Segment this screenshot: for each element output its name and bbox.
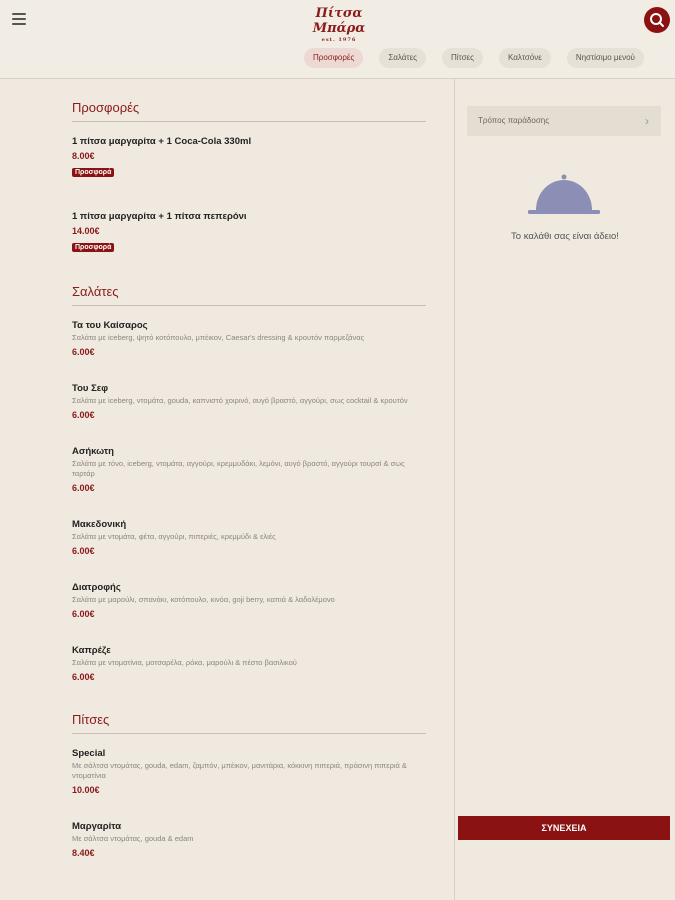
empty-cart-message: Το καλάθι σας είναι άδειο! xyxy=(511,231,619,242)
offer-badge: Προσφορά xyxy=(72,168,115,177)
menu-item[interactable]: Μακεδονική Σαλάτα με ντομάτα, φέτα, αγγο… xyxy=(72,499,426,562)
tab-calzone[interactable]: Καλτσόνε xyxy=(498,48,551,68)
search-icon xyxy=(650,13,664,27)
menu-item[interactable]: Special Με σάλτσα ντομάτας, gouda, edam,… xyxy=(72,734,426,801)
menu-item[interactable]: Καπρέζε Σαλάτα με ντοματίνια, μοτσαρέλα,… xyxy=(72,625,426,688)
item-price: 6.00€ xyxy=(72,483,95,493)
item-description: Σαλάτα με ντομάτα, φέτα, αγγούρι, πιπερι… xyxy=(72,532,276,541)
section-title-salads: Σαλάτες xyxy=(72,260,426,306)
tab-salads[interactable]: Σαλάτες xyxy=(379,48,426,68)
item-name: Διατροφής xyxy=(72,582,121,593)
delivery-method-selector[interactable]: Τρόπος παράδοσης › xyxy=(467,106,661,136)
item-price: 8.40€ xyxy=(72,848,95,858)
item-name: 1 πίτσα μαργαρίτα + 1 πίτσα πεπερόνι xyxy=(72,211,247,222)
item-description: Με σάλτσα ντομάτας, gouda, edam, ζαμπόν,… xyxy=(72,761,407,780)
tab-fasting-menu[interactable]: Νηστίσιμο μενού xyxy=(566,48,644,68)
menu-item[interactable]: Διατροφής Σαλάτα με μαρούλι, σπανάκι, κο… xyxy=(72,562,426,625)
continue-button[interactable]: ΣΥΝΕΧΕΙΑ xyxy=(458,816,670,840)
item-name: 1 πίτσα μαργαρίτα + 1 Coca-Cola 330ml xyxy=(72,136,252,147)
menu-item[interactable]: Του Σεφ Σαλάτα με iceberg, ντομάτα, goud… xyxy=(72,363,426,426)
item-description: Σαλάτα με iceberg, ψητό κοτόπουλο, μπέικ… xyxy=(72,333,365,342)
item-description: Σαλάτα με τόνο, iceberg, ντομάτα, αγγούρ… xyxy=(72,459,405,478)
hamburger-menu-icon[interactable] xyxy=(12,13,26,25)
section-title-pizzas: Πίτσες xyxy=(72,688,426,734)
menu-list: Προσφορές 1 πίτσα μαργαρίτα + 1 Coca-Col… xyxy=(72,78,426,864)
menu-item[interactable]: Τα του Καίσαρος Σαλάτα με iceberg, ψητό … xyxy=(72,306,426,363)
menu-item[interactable]: 1 πίτσα μαργαρίτα + 1 πίτσα πεπερόνι 14.… xyxy=(72,185,426,260)
item-name: Ασήκωτη xyxy=(72,446,114,457)
item-name: Μαργαρίτα xyxy=(72,821,122,832)
chevron-right-icon: › xyxy=(645,114,649,128)
item-price: 8.00€ xyxy=(72,151,95,161)
top-bar: Πίτσα Μπάρα est. 1976 Προσφορές Σαλάτες Πί… xyxy=(0,0,675,79)
panel-divider xyxy=(454,78,455,900)
item-price: 6.00€ xyxy=(72,347,95,357)
item-description: Σαλάτα με iceberg, ντομάτα, gouda, καπνι… xyxy=(72,396,408,405)
item-name: Καπρέζε xyxy=(72,645,111,656)
logo-text: Πίτσα Μπάρα xyxy=(312,6,366,36)
item-price: 6.00€ xyxy=(72,672,95,682)
delivery-method-label: Τρόπος παράδοσης xyxy=(478,116,550,125)
search-button[interactable] xyxy=(644,7,670,33)
section-title-offers: Προσφορές xyxy=(72,78,426,122)
item-description: Σαλάτα με ντοματίνια, μοτσαρέλα, ρόκα, μ… xyxy=(72,658,297,667)
item-name: Τα του Καίσαρος xyxy=(72,320,148,331)
item-name: Του Σεφ xyxy=(72,383,109,394)
tab-pizzas[interactable]: Πίτσες xyxy=(441,48,483,68)
item-price: 6.00€ xyxy=(72,609,95,619)
item-name: Special xyxy=(72,748,106,759)
menu-item[interactable]: Ασήκωτη Σαλάτα με τόνο, iceberg, ντομάτα… xyxy=(72,426,426,499)
menu-item[interactable]: Μαργαρίτα Με σάλτσα ντομάτας, gouda & ed… xyxy=(72,801,426,864)
category-tabs: Προσφορές Σαλάτες Πίτσες Καλτσόνε Νηστίσιμο … xyxy=(304,47,660,68)
item-price: 6.00€ xyxy=(72,546,95,556)
tab-offers[interactable]: Προσφορές xyxy=(304,48,364,68)
item-description: Με σάλτσα ντομάτας, gouda & edam xyxy=(72,834,194,843)
logo[interactable]: Πίτσα Μπάρα est. 1976 xyxy=(296,6,382,43)
item-price: 6.00€ xyxy=(72,410,95,420)
item-name: Μακεδονική xyxy=(72,519,127,530)
item-price: 14.00€ xyxy=(72,226,100,236)
item-description: Σαλάτα με μαρούλι, σπανάκι, κοτόπουλο, κ… xyxy=(72,595,335,604)
empty-cart-cloche-icon xyxy=(528,174,600,214)
logo-subtitle: est. 1976 xyxy=(321,37,357,43)
item-price: 10.00€ xyxy=(72,785,100,795)
menu-item[interactable]: 1 πίτσα μαργαρίτα + 1 Coca-Cola 330ml 8.… xyxy=(72,122,426,185)
offer-badge: Προσφορά xyxy=(72,243,115,252)
